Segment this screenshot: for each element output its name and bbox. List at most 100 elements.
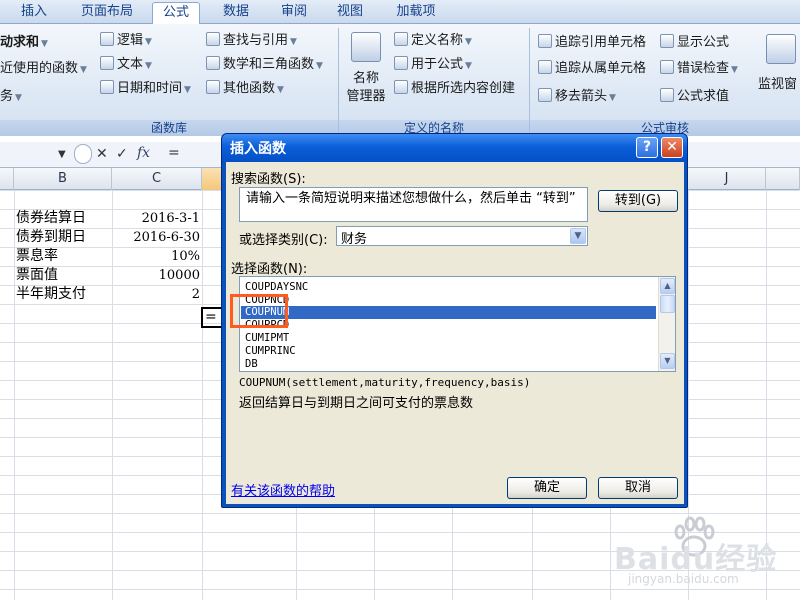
dialog-title: 插入函数 — [230, 141, 286, 157]
cell-value-settlement[interactable]: 2016-3-1 — [112, 209, 200, 228]
name-manager-button[interactable]: 名称 管理器 — [342, 30, 390, 116]
logical-label: 逻辑 — [117, 33, 144, 48]
define-name-label: 定义名称 — [411, 33, 464, 48]
list-item[interactable]: CUMPRINC — [245, 345, 296, 358]
remove-arrows-icon — [538, 88, 552, 102]
evaluate-formula-button[interactable]: 公式求值 — [660, 86, 729, 108]
name-manager-label-2: 管理器 — [346, 89, 386, 104]
cell-value-maturity[interactable]: 2016-6-30 — [112, 228, 200, 247]
column-header-b[interactable]: B — [14, 168, 112, 190]
cell-value-frequency[interactable]: 2 — [112, 285, 200, 304]
cell-label-coupon-rate[interactable]: 票息率 — [16, 247, 58, 266]
column-header-c[interactable]: C — [112, 168, 202, 190]
column-header-a[interactable] — [0, 168, 14, 190]
logical-button[interactable]: 逻辑 ▼ — [100, 30, 152, 52]
more-functions-icon — [206, 80, 220, 94]
scroll-up-icon[interactable]: ▲ — [660, 278, 675, 294]
text-icon — [100, 56, 114, 70]
help-button[interactable]: ? — [636, 137, 658, 158]
category-select[interactable]: 财务 ▼ — [336, 226, 588, 247]
ok-button[interactable]: 确定 — [507, 477, 587, 499]
category-label: 或选择类别(C): — [239, 233, 328, 248]
trace-precedents-label: 追踪引用单元格 — [555, 35, 647, 50]
function-list[interactable]: COUPDAYSNC COUPNCD COUPNUM COUPPCD CUMIP… — [239, 276, 676, 372]
chevron-down-icon[interactable]: ▼ — [570, 228, 586, 244]
list-item[interactable]: CUMIPMT — [245, 332, 289, 345]
error-checking-icon — [660, 60, 674, 74]
cell-value-par-value[interactable]: 10000 — [112, 266, 200, 285]
more-functions-label: 其他函数 — [223, 81, 276, 96]
create-from-selection-button[interactable]: 根据所选内容创建 — [394, 78, 515, 100]
column-header-j[interactable]: J — [688, 168, 766, 190]
insert-function-icon[interactable]: fx — [137, 145, 150, 161]
trace-precedents-button[interactable]: 追踪引用单元格 — [538, 32, 646, 54]
formula-bar-handle[interactable] — [74, 144, 92, 164]
create-from-selection-label: 根据所选内容创建 — [411, 81, 516, 96]
close-button[interactable]: ✕ — [661, 137, 683, 158]
list-scrollbar[interactable]: ▲ ▼ — [658, 277, 675, 371]
watermark-url: jingyan.baidu.com — [628, 572, 739, 586]
tab-data[interactable]: 数据 — [214, 2, 258, 24]
enter-formula-icon[interactable]: ✓ — [116, 146, 128, 162]
active-cell[interactable]: = — [201, 307, 223, 328]
define-name-button[interactable]: 定义名称 ▼ — [394, 30, 472, 52]
recently-used-button[interactable]: 近使用的函数 ▼ — [0, 58, 87, 80]
function-icon — [394, 56, 408, 70]
watch-window-label: 监视窗 — [758, 77, 798, 92]
math-icon — [206, 56, 220, 70]
ribbon-tab-bar: 插入 页面布局 公式 数据 审阅 视图 加载项 — [0, 0, 800, 25]
financial-button[interactable]: 务 ▼ — [0, 86, 22, 108]
list-item[interactable]: COUPDAYSNC — [245, 281, 308, 294]
lookup-button[interactable]: 查找与引用 ▼ — [206, 30, 297, 52]
category-value: 财务 — [341, 232, 368, 247]
insert-function-dialog: 插入函数 ? ✕ 搜索函数(S): 请输入一条简短说明来描述您想做什么，然后单击… — [221, 133, 688, 508]
cancel-button[interactable]: 取消 — [598, 477, 678, 499]
cell-label-frequency[interactable]: 半年期支付 — [16, 285, 86, 304]
chevron-down-icon: ▼ — [465, 61, 472, 71]
column-header-d[interactable] — [202, 168, 222, 190]
text-button[interactable]: 文本 ▼ — [100, 54, 152, 76]
datetime-button[interactable]: 日期和时间 ▼ — [100, 78, 191, 100]
go-button[interactable]: 转到(G) — [598, 190, 678, 212]
chevron-down-icon: ▼ — [465, 37, 472, 47]
text-label: 文本 — [117, 57, 144, 72]
chevron-down-icon: ▼ — [731, 65, 738, 75]
name-box-dropdown-icon[interactable]: ▼ — [58, 149, 66, 160]
function-signature: COUPNUM(settlement,maturity,frequency,ba… — [239, 376, 531, 389]
tab-formulas[interactable]: 公式 — [152, 2, 200, 25]
show-formulas-icon — [660, 34, 674, 48]
math-button[interactable]: 数学和三角函数 ▼ — [206, 54, 323, 76]
cancel-formula-icon[interactable]: ✕ — [96, 146, 108, 162]
trace-dependents-button[interactable]: 追踪从属单元格 — [538, 58, 646, 80]
datetime-label: 日期和时间 — [117, 81, 183, 96]
show-formulas-button[interactable]: 显示公式 — [660, 32, 729, 54]
chevron-down-icon: ▼ — [15, 93, 22, 103]
function-help-link[interactable]: 有关该函数的帮助 — [231, 480, 335, 499]
column-header-k[interactable] — [766, 168, 800, 190]
remove-arrows-label: 移去箭头 — [555, 89, 608, 104]
cell-value-coupon-rate[interactable]: 10% — [112, 247, 200, 266]
use-in-formula-button[interactable]: 用于公式 ▼ — [394, 54, 472, 76]
remove-arrows-button[interactable]: 移去箭头 ▼ — [538, 86, 616, 108]
scroll-down-icon[interactable]: ▼ — [660, 353, 675, 369]
search-input[interactable]: 请输入一条简短说明来描述您想做什么，然后单击 “转到” — [239, 187, 588, 222]
watch-window-button[interactable]: 监视窗 — [756, 30, 800, 110]
cell-label-par-value[interactable]: 票面值 — [16, 266, 58, 285]
autosum-button[interactable]: 动求和 ▼ — [0, 32, 48, 54]
tab-review[interactable]: 审阅 — [272, 2, 316, 24]
select-function-label: 选择函数(N): — [231, 262, 308, 277]
tab-page-layout[interactable]: 页面布局 — [72, 2, 142, 24]
list-item[interactable]: DB — [245, 358, 258, 371]
cell-label-settlement[interactable]: 债券结算日 — [16, 209, 86, 228]
error-checking-button[interactable]: 错误检查 ▼ — [660, 58, 738, 80]
tab-view[interactable]: 视图 — [328, 2, 372, 24]
formula-input[interactable]: = — [168, 145, 180, 161]
scroll-thumb[interactable] — [660, 295, 675, 313]
dialog-title-bar[interactable]: 插入函数 ? ✕ — [222, 134, 687, 162]
tab-insert[interactable]: 插入 — [10, 2, 58, 24]
search-label: 搜索函数(S): — [231, 172, 306, 187]
cell-label-maturity[interactable]: 债券到期日 — [16, 228, 86, 247]
show-formulas-label: 显示公式 — [677, 35, 730, 50]
more-functions-button[interactable]: 其他函数 ▼ — [206, 78, 284, 100]
tab-addins[interactable]: 加载项 — [388, 2, 444, 24]
